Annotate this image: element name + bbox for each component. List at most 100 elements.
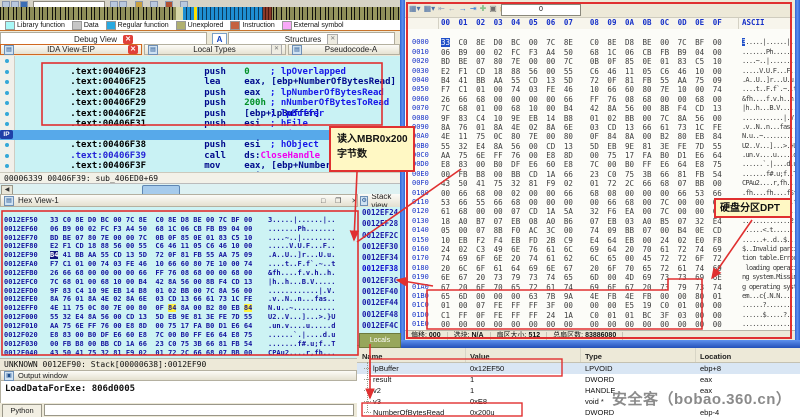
hex-row[interactable]: 0012EFD09F 83 C4 10 9E EB 14 B8 01 02 BB… (0, 278, 358, 287)
toolbar-icon[interactable]: ⇤ (438, 3, 445, 15)
ida-navigation-band[interactable] (0, 7, 400, 20)
hex-editor-row[interactable]: 00908A 76 01 8A 4E 02 8A 6E 03 CD 13 66 … (405, 114, 795, 123)
pane-header-ida-view[interactable]: ▤ IDA View-EIP ✕ (0, 44, 142, 55)
hex-editor-row[interactable]: 01A067 20 6F 70 65 72 61 74 69 6E 67 20 … (405, 273, 795, 282)
hex-editor-row[interactable]: 010000 66 68 00 02 00 00 66 68 08 00 00 … (405, 179, 795, 188)
close-icon[interactable]: ✕ (123, 35, 133, 44)
hex-editor-row[interactable]: 011053 66 55 66 68 00 00 00 00 66 68 00 … (405, 189, 795, 198)
cli-input[interactable] (44, 404, 354, 416)
hex-editor-row[interactable]: 0050F7 C1 01 00 74 03 FE 46 10 66 60 80 … (405, 76, 795, 85)
hex-row[interactable]: 0012EF80E2 F1 CD 18 88 56 00 55 C6 46 11… (0, 234, 358, 243)
hex-row[interactable]: 0012EF5033 C0 8E D0 BC 00 7C 8E C0 8E D8… (0, 207, 358, 216)
hex-editor-row[interactable]: 00A04E 11 75 0C 80 7E 00 80 0F 84 8A 00 … (405, 123, 795, 132)
hex-row[interactable]: 0012EF90B4 41 BB AA 55 CD 13 5D 72 0F 81… (0, 242, 358, 251)
hex-editor-row[interactable]: 01E000 00 00 00 00 00 00 00 00 00 00 00 … (405, 311, 795, 320)
pane-header-stack-view[interactable]: ⚙ Stack view (358, 194, 402, 207)
stack-row[interactable]: 0012EF2C (358, 230, 400, 241)
toolbar-icon[interactable]: ▦▾ (409, 3, 421, 15)
hex-editor-row[interactable]: 00707C 68 01 00 68 10 00 B4 42 8A 56 00 … (405, 95, 795, 104)
window-buttons[interactable]: □ ❐ ✕ (321, 197, 361, 205)
pane-header-output[interactable]: ▣ Output window (0, 370, 357, 381)
stack-row[interactable]: 0012EF40 (358, 286, 400, 297)
hex-editor-content: 000033 C0 8E D0 BC 00 7C 8E C0 8E D8 BE … (405, 29, 795, 330)
column-header-type[interactable]: Type (585, 352, 602, 361)
hex-row[interactable]: 0012EFF04E 11 75 0C 80 7E 00 80 0F 84 8A… (0, 295, 358, 304)
hex-editor-row[interactable]: 017074 69 6F 6E 20 74 61 62 6C 65 00 45 … (405, 245, 795, 254)
close-icon[interactable]: ✕ (271, 44, 282, 55)
toolbar-icon[interactable]: ← (448, 3, 456, 15)
hex-row[interactable]: 0012F03000 FB B8 00 BB CD 1A 66 23 C0 75… (0, 331, 358, 340)
hex-editor-row[interactable]: 01B065 6D 00 00 00 63 7B 9A 4E FB 4E FB … (405, 283, 795, 292)
hex-editor-row[interactable]: 00E000 FB B8 00 BB CD 1A 66 23 C0 75 3B … (405, 160, 795, 169)
window-frame[interactable] (400, 340, 800, 348)
column-header-location[interactable]: Location (700, 352, 731, 361)
hex-editor-row[interactable]: 014005 00 07 8B F0 AC 3C 00 74 09 BB 07 … (405, 217, 795, 226)
close-icon[interactable]: ✕ (128, 45, 138, 54)
stack-row[interactable]: 0012EF4C (358, 320, 400, 331)
toolbar-icon[interactable]: → (459, 3, 467, 15)
output-window-body: LoadDataForExe: 806d0005 (0, 381, 358, 403)
hex-row[interactable]: 0012F00055 32 E4 8A 56 00 CD 13 5D EB 9E… (0, 304, 358, 313)
locals-row[interactable]: lpBuffer0x12EF50LPVOIDebp+8 (357, 363, 800, 374)
hex-row[interactable]: 0012EF6006 B9 00 02 FC F3 A4 50 68 1C 06… (0, 216, 358, 225)
hex-editor-row[interactable]: 0030E2 F1 CD 18 88 56 00 55 C6 46 11 05 … (405, 57, 795, 66)
locals-row[interactable]: result1DWORDeax (357, 374, 800, 385)
hex-row[interactable]: 0012EFC07C 68 01 00 68 10 00 B4 42 8A 56… (0, 269, 358, 278)
disassembly-line[interactable]: .text:00406F23push0; lpOverlapped (0, 56, 400, 67)
disassembly-line[interactable]: .text:00406F28pusheax; lpNumberOfBytesRe… (0, 77, 400, 88)
offset-input[interactable]: 0 (501, 4, 581, 16)
hex-editor-row[interactable]: 00B055 32 E4 8A 56 00 CD 13 5D EB 9E 81 … (405, 132, 795, 141)
hex-row[interactable]: 0012EF70BD BE 07 80 7E 00 00 7C 0B 0F 85… (0, 225, 358, 234)
stack-row[interactable]: 0012EF3C (358, 275, 400, 286)
pane-header-local-types[interactable]: ▤ Local Types ✕ (144, 44, 286, 55)
column-header-name[interactable]: Name (362, 352, 382, 361)
hex-editor-row[interactable]: 00F043 50 41 75 32 81 F9 02 01 72 2C 66 … (405, 170, 795, 179)
toolbar-icon[interactable]: ⇥ (470, 3, 477, 15)
hex-editor-row[interactable]: 00D0E8 83 00 B0 DF E6 60 E8 7C 00 B0 FF … (405, 151, 795, 160)
hex-row[interactable]: 0012EFA0F7 C1 01 00 74 03 FE 46 10 66 60… (0, 251, 358, 260)
hex-row[interactable]: 0012F04043 50 41 75 32 81 F9 02 01 72 2C… (0, 340, 358, 349)
stack-row[interactable]: 0012EF24 (358, 207, 400, 218)
tab-locals[interactable]: Locals (359, 333, 401, 348)
hex-editor-row[interactable]: 006026 66 68 00 00 00 00 66 FF 76 08 68 … (405, 85, 795, 94)
variable-type: LPVOID (585, 363, 613, 374)
hex-editor-row[interactable]: 01906E 67 20 73 79 73 74 65 6D 00 4D 69 … (405, 264, 795, 273)
hex-row[interactable]: 0012EFE08A 76 01 8A 4E 02 8A 6E 03 CD 13… (0, 287, 358, 296)
stack-row[interactable]: 0012EF44 (358, 297, 400, 308)
disassembly-line[interactable]: .text:00406F29push200h; nNumberOfBytesTo… (0, 88, 400, 99)
hex-editor-row[interactable]: 016024 02 C3 49 6E 76 61 6C 69 64 20 70 … (405, 236, 795, 245)
hex-editor-row[interactable]: 0020BD BE 07 80 7E 00 00 7C 0B 0F 85 0E … (405, 48, 795, 57)
hex-editor-row[interactable]: 00C0AA 75 6E FF 76 00 E8 8D 00 75 17 FA … (405, 142, 795, 151)
hex-view-content: 0012EF5033 C0 8E D0 BC 00 7C 8E C0 8E D8… (0, 207, 358, 358)
hex-row[interactable]: 0012EFB026 66 68 00 00 00 00 66 FF 76 08… (0, 260, 358, 269)
hex-editor-row[interactable]: 01C001 00 07 FE FF FF 3F 00 00 00 E5 19 … (405, 292, 795, 301)
address-dot-icon (5, 101, 9, 105)
stack-row[interactable]: 0012EF28 (358, 218, 400, 229)
hex-row[interactable]: 0012F020E8 83 00 B0 DF E6 60 E8 7C 00 B0… (0, 322, 358, 331)
hex-editor-row[interactable]: 01D0C1 FF 0F FE FF FF 24 1A C0 01 01 BC … (405, 301, 795, 310)
hex-editor-row[interactable]: 015010 EB F2 F4 EB FD 2B C9 E4 64 EB 00 … (405, 226, 795, 235)
hex-row[interactable]: 0012F010AA 75 6E FF 76 00 E8 8D 00 75 17… (0, 313, 358, 322)
python-cli-button[interactable]: Python (2, 404, 42, 417)
disassembly-line[interactable]: .text:00406F2Epush[ebp+lpBuffer]; lpBuff… (0, 98, 400, 109)
toolbar-icon[interactable]: ▦▾ (424, 3, 436, 15)
pane-header-hex-view[interactable]: ▤ Hex View-1 □ ❐ ✕ (0, 194, 400, 207)
hex-editor-row[interactable]: 00809F 83 C4 10 9E EB 14 B8 01 02 BB 00 … (405, 104, 795, 113)
toolbar-icon[interactable]: ✛ (480, 3, 487, 15)
hex-editor-row[interactable]: 0040B4 41 BB AA 55 CD 13 5D 72 0F 81 FB … (405, 67, 795, 76)
toolbar-icon[interactable]: ▣ (489, 3, 497, 15)
stack-row[interactable]: 0012EF48 (358, 309, 400, 320)
stack-row[interactable]: 0012EF30 (358, 241, 400, 252)
status-block: 选块: N/A (448, 332, 491, 340)
hex-editor-row[interactable]: 000033 C0 8E D0 BC 00 7C 8E C0 8E D8 BE … (405, 29, 795, 38)
disassembly-line[interactable]: .text:00406F31pushesi; hFile (0, 109, 400, 120)
column-header-value[interactable]: Value (470, 352, 490, 361)
hex-editor-row[interactable]: 018020 6C 6F 61 64 69 6E 67 20 6F 70 65 … (405, 254, 795, 263)
stack-row[interactable]: 0012EF34 (358, 252, 400, 263)
disassembly-line[interactable]: .text:00406F25leaeax, [ebp+NumberOfBytes… (0, 67, 400, 78)
hex-row-bytes: 43 50 41 75 32 81 F9 02 01 72 2C 66 68 0… (50, 349, 252, 358)
hex-editor-row[interactable]: 001006 B9 00 02 FC F3 A4 50 68 1C 06 CB … (405, 38, 795, 47)
pane-header-pseudocode[interactable]: ▤ Pseudocode-A (288, 44, 400, 55)
stack-row[interactable]: 0012EF38 (358, 263, 400, 274)
hex-editor-row[interactable]: 01F000 00 00 00 00 00 00 00 00 00 00 00 … (405, 320, 795, 329)
